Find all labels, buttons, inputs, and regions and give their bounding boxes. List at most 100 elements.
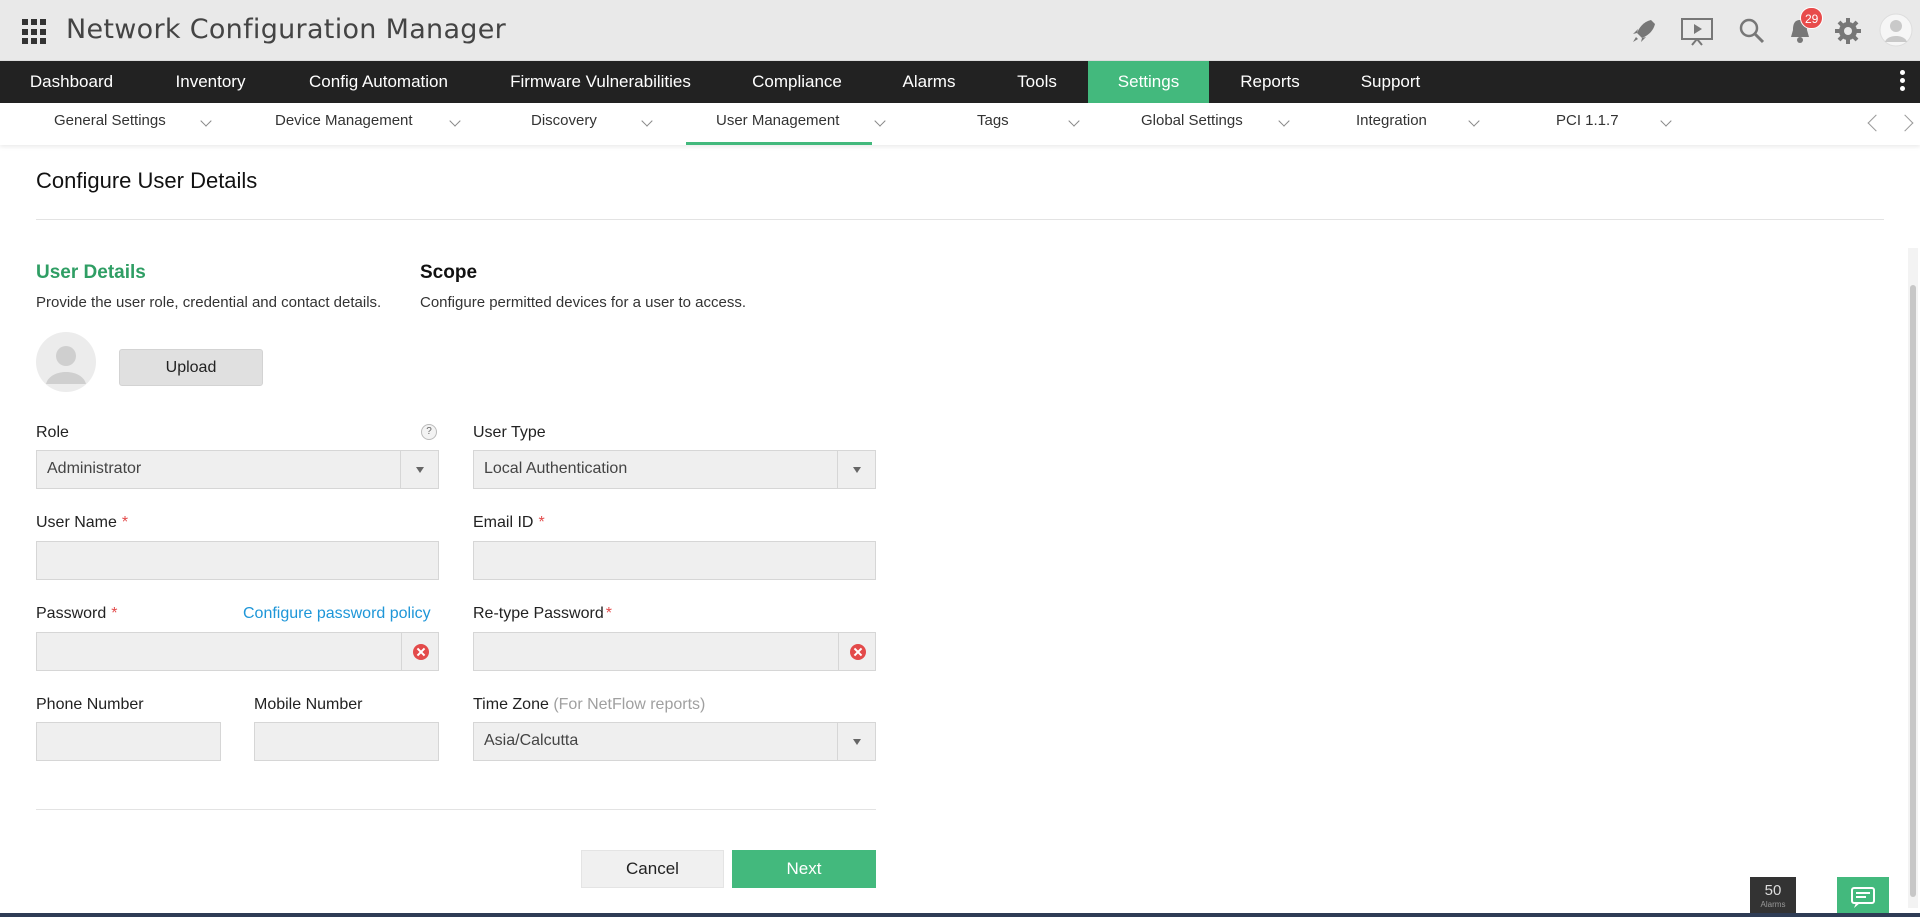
alarm-label: Alarms [1760,900,1786,909]
dropdown-separator [837,451,838,488]
step-user-details-desc: Provide the user role, credential and co… [36,294,382,311]
user-silhouette-icon [46,346,86,384]
configure-password-policy-link[interactable]: Configure password policy [243,605,431,623]
subnav-item-tags[interactable]: Tags [960,103,1080,145]
user-type-select[interactable]: Local Authentication [473,450,876,489]
subnav-label: Global Settings [1141,112,1243,129]
time-zone-label-text: Time Zone [473,696,549,713]
cancel-button[interactable]: Cancel [581,850,724,888]
step-scope-desc: Configure permitted devices for a user t… [420,294,746,311]
email-input[interactable] [473,541,876,580]
step-scope[interactable]: Scope [420,262,477,284]
password-input[interactable] [36,632,439,671]
nav-item-tools[interactable]: Tools [1003,61,1071,103]
subnav-item-device-management[interactable]: Device Management [260,103,466,145]
presentation-icon[interactable] [1680,16,1714,46]
subnav-item-discovery[interactable]: Discovery [520,103,660,145]
required-marker: * [538,514,545,531]
required-marker: * [605,605,612,622]
user-name-label-text: User Name [36,514,117,531]
subnav-item-pci[interactable]: PCI 1.1.7 [1540,103,1680,145]
apps-grid-icon[interactable] [22,19,48,45]
nav-item-inventory[interactable]: Inventory [163,61,258,103]
clear-icon [850,644,866,660]
time-zone-label: Time Zone (For NetFlow reports) [473,696,705,714]
gear-icon[interactable] [1833,16,1863,46]
email-label-text: Email ID [473,514,534,531]
clear-button[interactable] [838,633,875,670]
subnav-label: Integration [1356,112,1427,129]
notification-badge[interactable]: 29 [1800,7,1824,29]
nav-item-config-automation[interactable]: Config Automation [300,61,457,103]
subnav-label: General Settings [54,112,166,129]
user-type-label: User Type [473,424,546,442]
subnav-item-global-settings[interactable]: Global Settings [1130,103,1290,145]
password-label: Password * [36,605,117,623]
nav-item-compliance[interactable]: Compliance [742,61,852,103]
nav-item-alarms[interactable]: Alarms [890,61,968,103]
step-user-details[interactable]: User Details [36,262,146,284]
chevron-down-icon [1068,115,1080,127]
nav-item-support[interactable]: Support [1350,61,1431,103]
help-icon[interactable]: ? [421,424,437,440]
chevron-down-icon [449,115,461,127]
dropdown-separator [400,451,401,488]
retype-password-input[interactable] [473,632,876,671]
sub-nav: General Settings Device Management Disco… [0,103,1920,145]
dropdown-separator [837,723,838,760]
scrollbar-thumb[interactable] [1910,285,1916,897]
user-avatar-placeholder [36,332,96,392]
email-label: Email ID * [473,514,545,532]
mobile-label: Mobile Number [254,696,363,713]
subnav-label: Tags [977,112,1009,129]
clear-button[interactable] [401,633,438,670]
role-label: Role [36,424,69,442]
dropdown-arrow-icon[interactable] [416,467,424,473]
search-icon[interactable] [1737,16,1767,46]
time-zone-value: Asia/Calcutta [484,732,579,749]
top-header: Network Configuration Manager 29 [0,0,1920,61]
chat-button[interactable] [1837,877,1889,917]
scroll-left-icon[interactable] [1867,114,1885,132]
required-marker: * [121,514,129,531]
nav-item-settings[interactable]: Settings [1088,61,1209,103]
role-select[interactable]: Administrator [36,450,439,489]
user-type-value: Local Authentication [484,460,628,477]
phone-label: Phone Number [36,696,144,713]
nav-item-dashboard[interactable]: Dashboard [20,61,123,103]
nav-item-reports[interactable]: Reports [1230,61,1310,103]
nav-item-firmware-vulnerabilities[interactable]: Firmware Vulnerabilities [500,61,701,103]
user-name-input[interactable] [36,541,439,580]
app-title: Network Configuration Manager [66,14,507,45]
next-button[interactable]: Next [732,850,876,888]
divider [36,809,876,810]
chat-icon [1851,887,1875,908]
time-zone-select[interactable]: Asia/Calcutta [473,722,876,761]
time-zone-hint: (For NetFlow reports) [553,696,706,713]
alarms-counter[interactable]: 50 Alarms [1750,877,1796,917]
subnav-item-user-management[interactable]: User Management [686,103,886,145]
chevron-down-icon [1278,115,1290,127]
password-label-text: Password [36,605,107,622]
user-avatar-icon[interactable] [1879,12,1913,48]
rocket-icon[interactable] [1629,16,1659,46]
subnav-label: Device Management [275,112,413,129]
taskbar-edge [0,913,1920,917]
user-type-label-text: User Type [473,424,546,441]
subnav-label: Discovery [531,112,597,129]
role-value: Administrator [47,460,142,477]
more-menu-icon[interactable] [1900,70,1906,94]
dropdown-arrow-icon[interactable] [853,739,861,745]
retype-password-label: Re-type Password * [473,605,612,623]
chevron-down-icon [874,115,886,127]
required-marker: * [111,605,118,622]
dropdown-arrow-icon[interactable] [853,467,861,473]
upload-button[interactable]: Upload [119,349,263,386]
phone-input[interactable] [36,722,221,761]
alarm-count: 50 [1764,882,1782,899]
subnav-item-general-settings[interactable]: General Settings [40,103,220,145]
mobile-input[interactable] [254,722,439,761]
chevron-down-icon [1660,115,1672,127]
subnav-item-integration[interactable]: Integration [1340,103,1480,145]
scroll-right-icon[interactable] [1896,114,1914,132]
